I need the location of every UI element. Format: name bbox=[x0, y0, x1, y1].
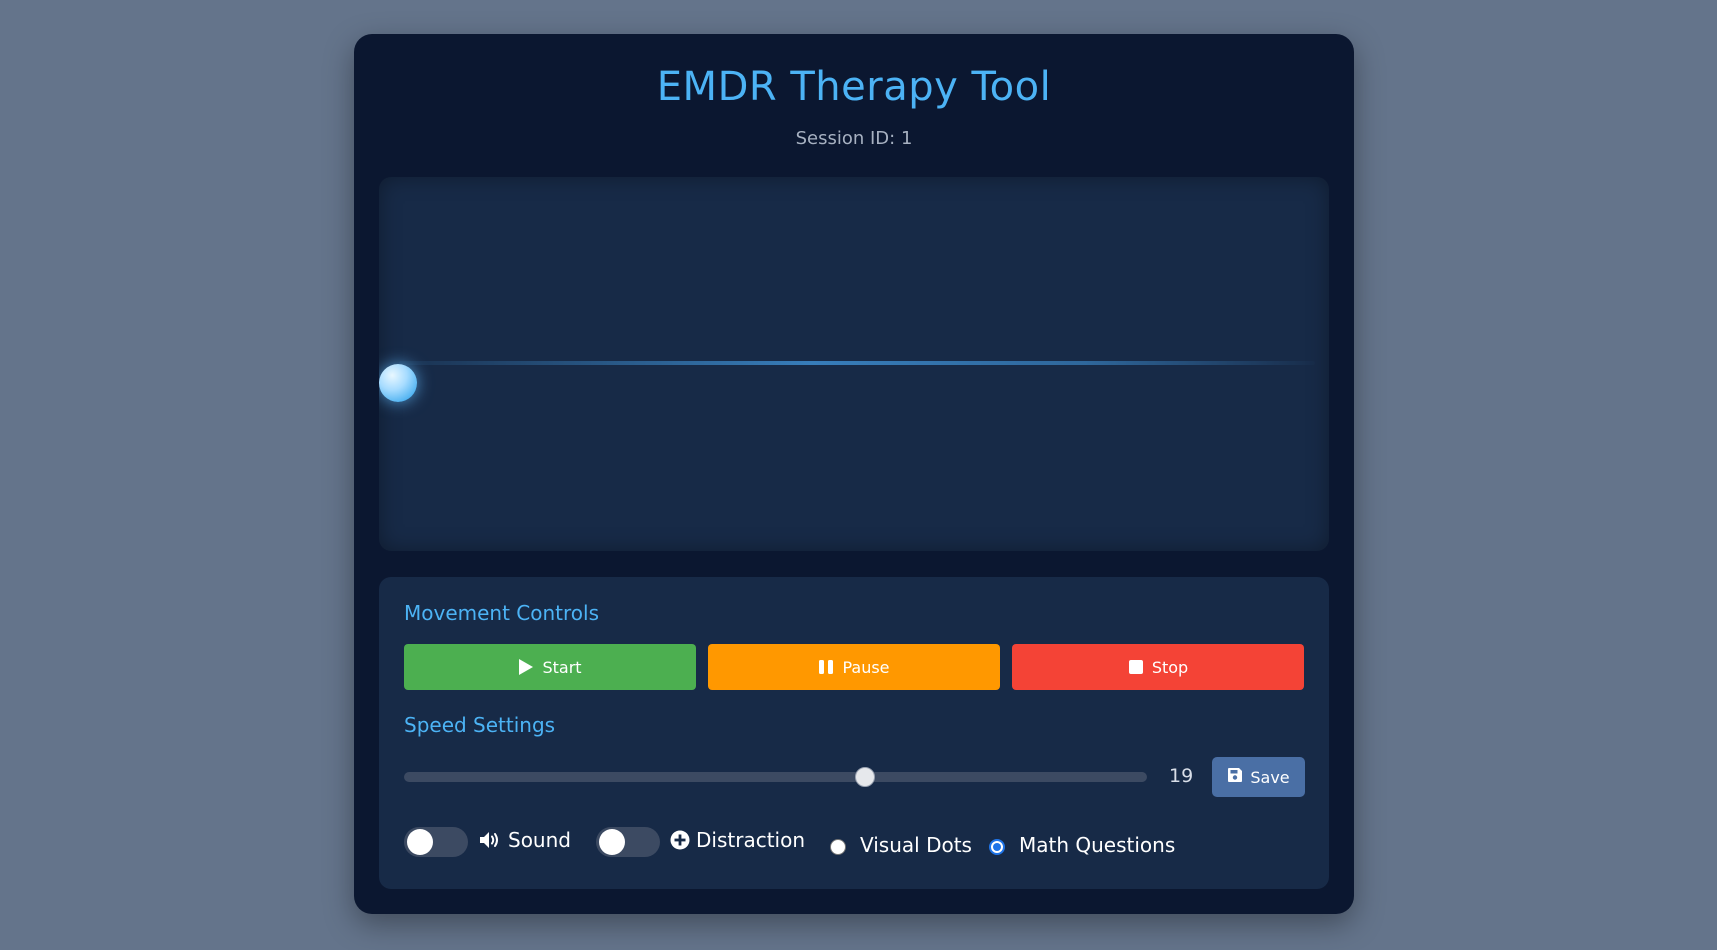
speed-slider[interactable] bbox=[404, 767, 1147, 787]
app-container: EMDR Therapy Tool Session ID: 1 Movement… bbox=[354, 34, 1354, 914]
distraction-toggle[interactable] bbox=[596, 827, 660, 857]
sound-option: Sound bbox=[478, 828, 571, 852]
visual-dots-radio[interactable] bbox=[830, 839, 846, 855]
pause-button[interactable]: Pause bbox=[708, 644, 1000, 690]
page-title: EMDR Therapy Tool bbox=[656, 64, 1052, 110]
distraction-label: Distraction bbox=[696, 828, 806, 852]
math-questions-label: Math Questions bbox=[1019, 833, 1176, 857]
movement-stage bbox=[379, 177, 1329, 551]
plus-circle-icon bbox=[670, 830, 690, 850]
distraction-option: Distraction bbox=[670, 828, 805, 852]
math-questions-radio[interactable] bbox=[989, 839, 1005, 855]
speed-settings-title: Speed Settings bbox=[404, 713, 556, 737]
stop-button[interactable]: Stop bbox=[1012, 644, 1304, 690]
sound-toggle[interactable] bbox=[404, 827, 468, 857]
speed-slider-thumb[interactable] bbox=[854, 767, 875, 787]
movement-controls-title: Movement Controls bbox=[404, 601, 600, 625]
controls-panel: Movement Controls Start Pause Stop Speed… bbox=[379, 577, 1329, 889]
distraction-toggle-knob bbox=[599, 829, 625, 855]
session-id: Session ID: 1 bbox=[795, 128, 913, 149]
pause-label: Pause bbox=[842, 657, 890, 677]
save-icon bbox=[1227, 767, 1243, 787]
speed-value: 19 bbox=[1169, 765, 1194, 787]
sound-label: Sound bbox=[508, 828, 571, 852]
start-label: Start bbox=[542, 657, 582, 677]
pause-icon bbox=[818, 659, 834, 675]
track-line bbox=[399, 361, 1315, 365]
save-label: Save bbox=[1250, 767, 1290, 787]
stop-label: Stop bbox=[1151, 657, 1189, 677]
start-button[interactable]: Start bbox=[404, 644, 696, 690]
visual-dots-label: Visual Dots bbox=[860, 833, 972, 857]
moving-ball bbox=[379, 364, 417, 402]
speaker-icon bbox=[478, 830, 502, 850]
stop-icon bbox=[1128, 659, 1144, 675]
play-icon bbox=[518, 658, 534, 676]
save-button[interactable]: Save bbox=[1212, 757, 1305, 797]
sound-toggle-knob bbox=[407, 829, 433, 855]
